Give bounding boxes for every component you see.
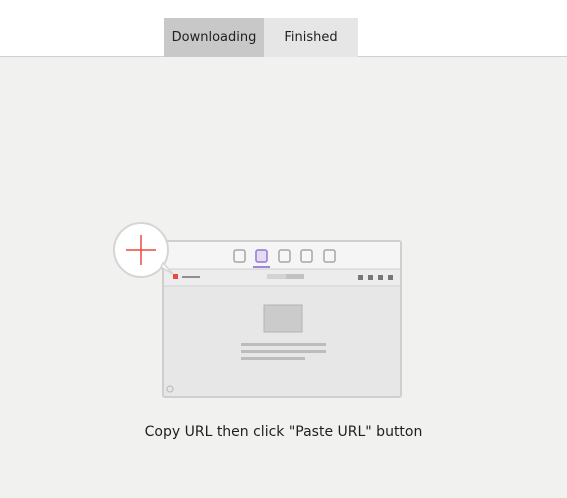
browser-window-icon: [162, 240, 402, 398]
paste-url-illustration: [113, 222, 402, 398]
tab-finished[interactable]: Finished: [264, 18, 358, 57]
empty-state-message: Copy URL then click "Paste URL" button: [144, 424, 423, 440]
tab-finished-label: Finished: [284, 30, 338, 45]
download-tabs: Downloading Finished: [164, 18, 358, 57]
plus-icon: [113, 222, 174, 278]
tab-downloading[interactable]: Downloading: [164, 18, 264, 57]
top-toolbar: Downloading Finished: [0, 0, 567, 57]
tab-downloading-label: Downloading: [171, 30, 257, 45]
